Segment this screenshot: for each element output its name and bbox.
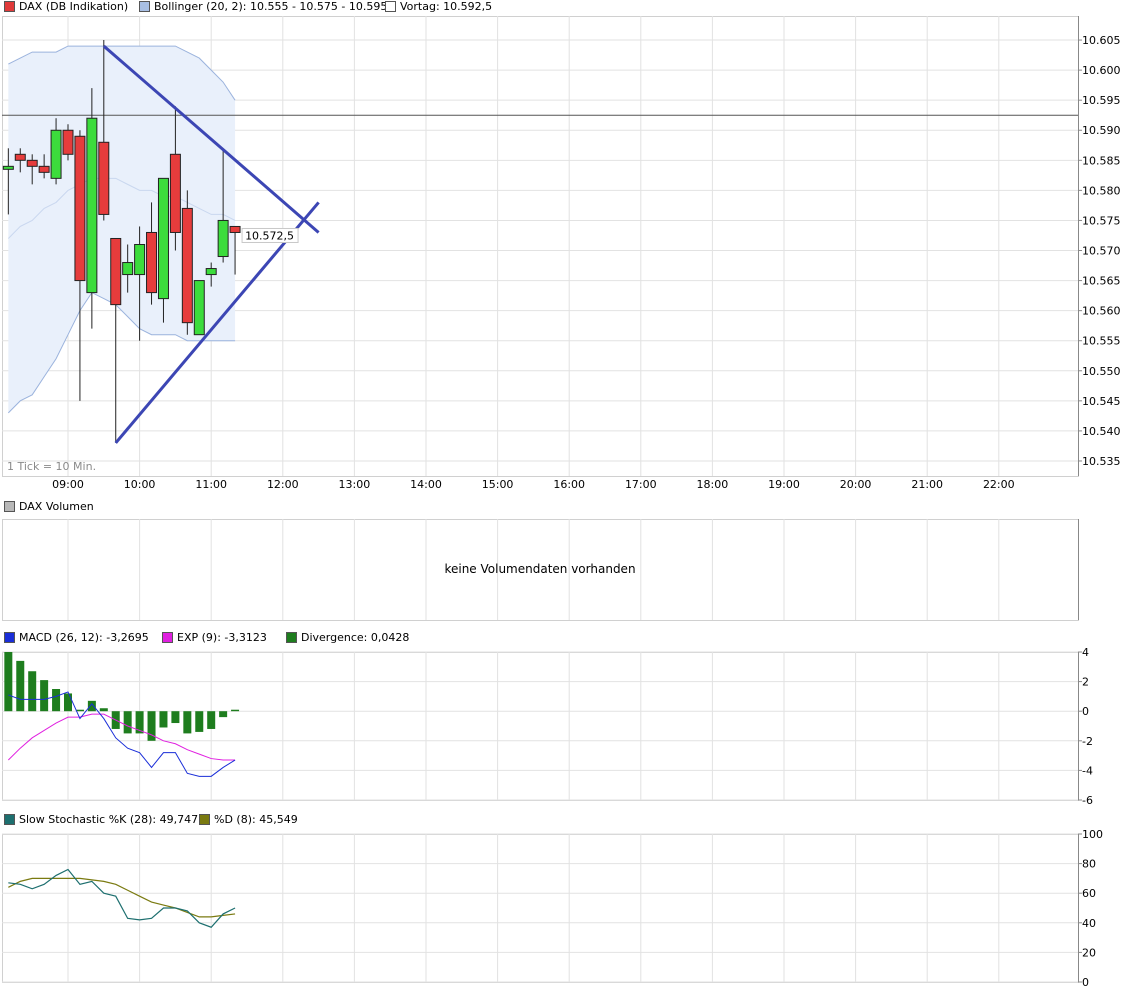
x-tick-label-1: 10:00 [124, 478, 156, 491]
stoch-ytick-label-2: 60 [1082, 887, 1096, 900]
candle-body-2 [26, 159, 38, 167]
price-ytick-label-2: 10.545 [1082, 395, 1121, 408]
x-tick-label-3: 12:00 [267, 478, 299, 491]
divergence-bar-3 [40, 680, 49, 712]
candle-body-11 [134, 243, 146, 276]
macd-ytick-label-4: -4 [1082, 764, 1093, 777]
x-tick-label-11: 20:00 [840, 478, 872, 491]
x-tick-label-8: 17:00 [625, 478, 657, 491]
candle-body-6 [74, 135, 86, 282]
divergence-bar-17 [207, 711, 216, 729]
x-tick-label-2: 11:00 [195, 478, 227, 491]
price-ytick-label-3: 10.550 [1082, 365, 1121, 378]
price-ytick-label-8: 10.575 [1082, 214, 1121, 227]
last-price-label: 10.572,5 [245, 229, 294, 242]
price-ytick-label-14: 10.605 [1082, 34, 1121, 47]
candle-body-19 [229, 225, 241, 233]
stoch-ytick-label-0: 100 [1082, 828, 1103, 841]
stoch-ytick-label-1: 80 [1082, 858, 1096, 871]
price-ytick-label-11: 10.590 [1082, 124, 1121, 137]
price-ytick-label-5: 10.560 [1082, 305, 1121, 318]
price-ytick-label-7: 10.570 [1082, 245, 1121, 258]
macd-ytick-label-5: -6 [1082, 794, 1093, 807]
macd-ytick-label-3: -2 [1082, 735, 1093, 748]
candle-body-0 [2, 165, 14, 170]
divergence-bar-13 [159, 711, 168, 728]
x-tick-label-13: 22:00 [983, 478, 1015, 491]
candle-body-18 [217, 219, 229, 258]
candle-body-12 [146, 231, 158, 294]
macd-ytick-label-2: 0 [1082, 705, 1089, 718]
divergence-bar-1 [16, 660, 25, 712]
candle-body-5 [62, 129, 74, 155]
divergence-bar-16 [195, 711, 204, 732]
candle-body-3 [38, 165, 50, 173]
divergence-bar-6 [75, 709, 84, 712]
stoch-ytick-label-3: 40 [1082, 917, 1096, 930]
price-ytick-label-12: 10.595 [1082, 94, 1121, 107]
candle-body-15 [181, 207, 193, 324]
divergence-bar-7 [87, 700, 96, 712]
candle-body-4 [50, 129, 62, 179]
price-ytick-label-1: 10.540 [1082, 425, 1121, 438]
candle-body-13 [157, 177, 169, 300]
x-tick-label-7: 16:00 [553, 478, 585, 491]
x-tick-label-10: 19:00 [768, 478, 800, 491]
candle-body-10 [122, 262, 134, 276]
candle-body-8 [98, 141, 110, 215]
divergence-bar-18 [219, 711, 228, 718]
x-tick-label-4: 13:00 [339, 478, 371, 491]
divergence-bar-15 [183, 711, 192, 734]
divergence-bar-4 [52, 689, 61, 712]
no-volume-text: keine Volumendaten vorhanden [444, 562, 635, 576]
price-ytick-label-0: 10.535 [1082, 455, 1121, 468]
x-tick-label-12: 21:00 [911, 478, 943, 491]
candle-body-1 [14, 153, 26, 161]
divergence-bar-0 [4, 652, 13, 712]
divergence-bar-2 [28, 671, 37, 712]
stoch-ytick-label-4: 20 [1082, 946, 1096, 959]
price-ytick-label-13: 10.600 [1082, 64, 1121, 77]
divergence-bar-8 [99, 708, 108, 712]
price-ytick-label-9: 10.580 [1082, 184, 1121, 197]
x-tick-label-0: 09:00 [52, 478, 84, 491]
chart-canvas: 10.535 10.540 10.545 10.550 10.555 10.560 10.5… [2, 16, 1121, 989]
tick-note: 1 Tick = 10 Min. [7, 460, 96, 473]
macd-ytick-label-0: 4 [1082, 646, 1089, 659]
candle-body-16 [193, 280, 205, 336]
price-ytick-label-4: 10.555 [1082, 335, 1121, 348]
x-tick-label-9: 18:00 [697, 478, 729, 491]
price-ytick-label-6: 10.565 [1082, 275, 1121, 288]
macd-ytick-label-1: 2 [1082, 676, 1089, 689]
divergence-bar-5 [64, 693, 72, 712]
candle-body-7 [86, 117, 98, 294]
divergence-bar-14 [171, 711, 180, 724]
divergence-bar-19 [231, 709, 240, 712]
x-tick-label-6: 15:00 [482, 478, 514, 491]
price-ytick-label-10: 10.585 [1082, 154, 1121, 167]
candle-body-17 [205, 268, 217, 276]
stoch-ytick-label-5: 0 [1082, 976, 1089, 989]
candle-body-9 [110, 237, 122, 306]
candle-body-14 [169, 153, 181, 233]
divergence-bar-10 [123, 711, 132, 734]
x-tick-label-5: 14:00 [410, 478, 442, 491]
